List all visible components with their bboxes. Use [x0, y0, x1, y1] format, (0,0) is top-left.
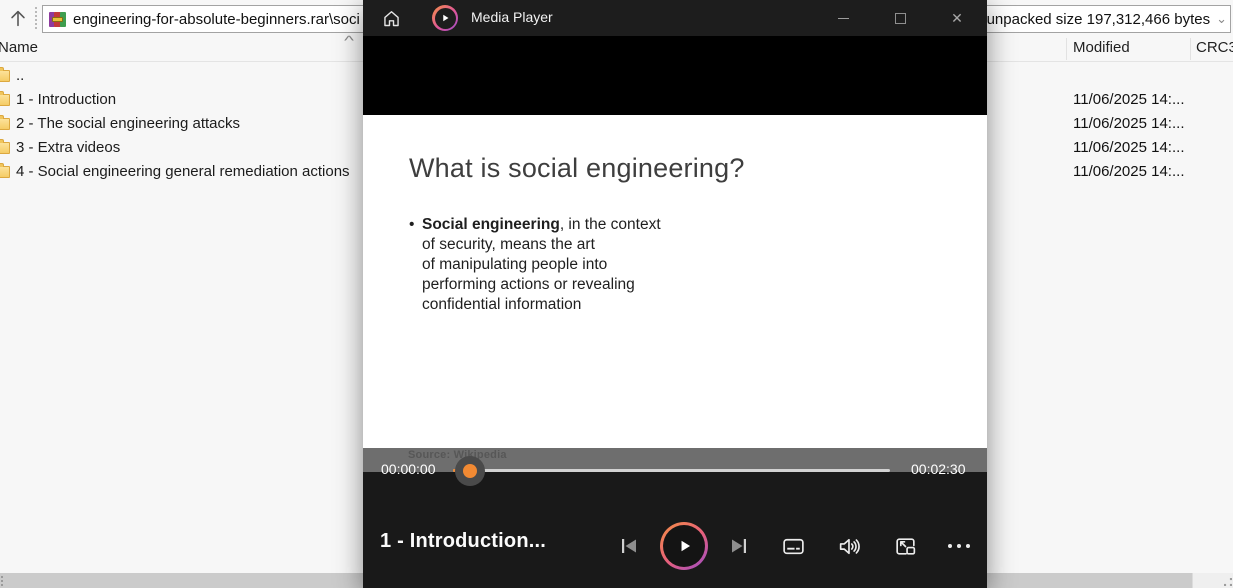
source-watermark: Source: Wikipedia	[408, 449, 507, 461]
media-player-window: Media Player ✕ What is social engineerin…	[363, 0, 987, 588]
total-time: 00:02:30	[911, 461, 966, 477]
folder-icon	[0, 94, 10, 106]
minimize-icon	[838, 18, 849, 19]
home-button[interactable]	[371, 0, 411, 36]
file-name: 4 - Social engineering general remediati…	[16, 163, 350, 180]
modified-date: 11/06/2025 14:...	[1073, 160, 1184, 184]
file-name: 3 - Extra videos	[16, 139, 120, 156]
file-name: 1 - Introduction	[16, 91, 116, 108]
home-icon	[381, 8, 402, 29]
more-options-icon	[948, 544, 970, 548]
file-list: .. 1 - Introduction 2 - The social engin…	[0, 64, 362, 184]
up-directory-button[interactable]	[2, 4, 34, 32]
bullet-line: of security, means the art	[409, 235, 689, 255]
list-item-folder[interactable]: 3 - Extra videos	[0, 136, 362, 160]
previous-track-icon	[617, 534, 641, 558]
next-track-icon	[727, 534, 751, 558]
play-icon	[673, 535, 695, 557]
column-separator[interactable]	[1066, 38, 1067, 60]
close-button[interactable]: ✕	[934, 0, 980, 36]
column-header-crc32[interactable]: CRC3	[1196, 39, 1233, 56]
mini-player-button[interactable]	[885, 526, 925, 566]
archive-info-text: ve, unpacked size 197,312,466 bytes	[962, 11, 1210, 28]
modified-date: 11/06/2025 14:...	[1073, 112, 1184, 136]
column-separator[interactable]	[1190, 38, 1191, 60]
volume-button[interactable]	[829, 526, 869, 566]
list-item-folder[interactable]: 1 - Introduction	[0, 88, 362, 112]
play-button[interactable]	[660, 522, 708, 570]
status-bar-grip	[1, 576, 5, 586]
window-title: Media Player	[471, 9, 553, 25]
next-track-button[interactable]	[719, 526, 759, 566]
now-playing-title: 1 - Introduction...	[380, 530, 546, 553]
screen: engineering-for-absolute-beginners.rar\s…	[0, 0, 1233, 588]
column-header-name[interactable]: Name	[0, 39, 38, 56]
bullet-line: confidential information	[409, 295, 689, 315]
file-name: ..	[16, 67, 24, 84]
address-path: engineering-for-absolute-beginners.rar\s…	[73, 11, 360, 28]
mini-player-icon	[893, 534, 918, 559]
bullet-glyph: •	[409, 215, 414, 235]
seek-handle-dot	[463, 464, 477, 478]
minimize-button[interactable]	[820, 0, 866, 36]
column-header-modified[interactable]: Modified	[1073, 39, 1130, 56]
file-name: 2 - The social engineering attacks	[16, 115, 240, 132]
previous-track-button[interactable]	[609, 526, 649, 566]
bullet-bold-text: Social engineering	[422, 216, 560, 233]
folder-icon	[0, 142, 10, 154]
resize-grip-icon[interactable]	[1224, 578, 1232, 586]
toolbar-grip	[35, 7, 37, 29]
maximize-icon	[895, 13, 906, 24]
subtitles-button[interactable]	[773, 526, 813, 566]
bullet-rest-text: , in the context	[560, 216, 661, 233]
slide-bullet-text: • Social engineering, in the context of s…	[409, 215, 689, 315]
video-frame[interactable]: What is social engineering? • Social engi…	[363, 115, 987, 448]
sort-ascending-icon: ^	[344, 33, 354, 48]
slide-title: What is social engineering?	[409, 153, 745, 184]
modified-column: 11/06/2025 14:... 11/06/2025 14:... 11/0…	[1073, 88, 1184, 184]
maximize-button[interactable]	[877, 0, 923, 36]
volume-icon	[837, 534, 862, 559]
bullet-line: of manipulating people into	[409, 255, 689, 275]
folder-icon	[0, 70, 10, 82]
winrar-archive-icon	[49, 12, 66, 27]
folder-icon	[0, 166, 10, 178]
address-dropdown-icon[interactable]: ⌄	[1210, 11, 1227, 27]
bullet-line: performing actions or revealing	[409, 275, 689, 295]
current-time: 00:00:00	[381, 461, 436, 477]
subtitles-cc-icon	[781, 534, 806, 559]
up-arrow-icon	[7, 7, 29, 29]
seek-bar[interactable]	[453, 469, 890, 472]
list-item-parent-dir[interactable]: ..	[0, 64, 362, 88]
close-icon: ✕	[951, 11, 963, 25]
list-item-folder[interactable]: 4 - Social engineering general remediati…	[0, 160, 362, 184]
folder-icon	[0, 118, 10, 130]
modified-date: 11/06/2025 14:...	[1073, 88, 1184, 112]
list-item-folder[interactable]: 2 - The social engineering attacks	[0, 112, 362, 136]
video-letterbox	[363, 36, 987, 115]
seek-handle[interactable]	[455, 456, 485, 486]
modified-date: 11/06/2025 14:...	[1073, 136, 1184, 160]
media-player-app-icon	[432, 5, 458, 31]
more-options-button[interactable]	[939, 526, 979, 566]
player-titlebar[interactable]: Media Player ✕	[363, 0, 987, 36]
